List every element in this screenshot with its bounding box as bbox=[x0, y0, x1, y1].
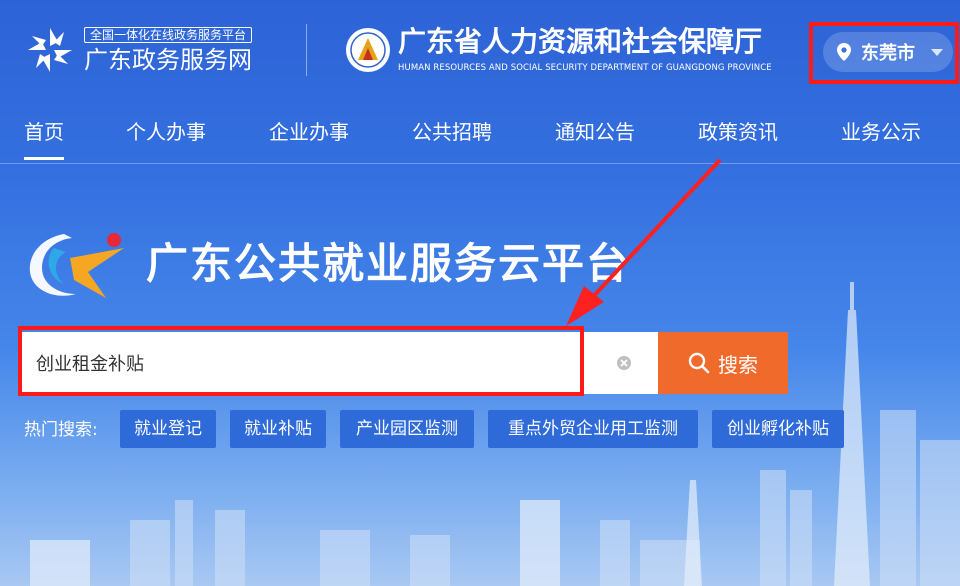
hot-tag[interactable]: 就业补贴 bbox=[230, 410, 326, 448]
nav-item-personal[interactable]: 个人办事 bbox=[126, 118, 206, 146]
city-highlight-box bbox=[809, 22, 959, 84]
gd-platform-tagline: 全国一体化在线政务服务平台 bbox=[84, 27, 253, 43]
nav-item-policy[interactable]: 政策资讯 bbox=[698, 118, 778, 146]
hr-department-english: HUMAN RESOURCES AND SOCIAL SECURITY DEPA… bbox=[398, 63, 772, 73]
hot-tag[interactable]: 创业孵化补贴 bbox=[712, 410, 844, 448]
hr-department-name[interactable]: 广东省人力资源和社会保障厅 bbox=[398, 24, 762, 60]
guangdong-gov-logo-icon[interactable] bbox=[24, 24, 76, 76]
nav-item-recruitment[interactable]: 公共招聘 bbox=[412, 118, 492, 146]
clear-icon[interactable] bbox=[616, 355, 632, 371]
search-button[interactable]: 搜索 bbox=[658, 332, 788, 394]
search-icon bbox=[688, 352, 710, 374]
search-highlight-box bbox=[18, 326, 584, 396]
gd-site-name[interactable]: 广东政务服务网 bbox=[84, 45, 252, 75]
hot-tag[interactable]: 就业登记 bbox=[120, 410, 216, 448]
nav-item-home[interactable]: 首页 bbox=[24, 118, 64, 160]
employment-platform-logo-icon bbox=[29, 233, 124, 298]
nav-item-publicity[interactable]: 业务公示 bbox=[841, 118, 921, 146]
nav-item-notices[interactable]: 通知公告 bbox=[555, 118, 635, 146]
hot-tag[interactable]: 产业园区监测 bbox=[340, 410, 474, 448]
hot-tag[interactable]: 重点外贸企业用工监测 bbox=[488, 410, 698, 448]
hot-search-label: 热门搜索: bbox=[24, 420, 98, 440]
hr-department-emblem-icon[interactable] bbox=[344, 26, 392, 74]
platform-title: 广东公共就业服务云平台 bbox=[146, 239, 631, 288]
main-nav: 首页 个人办事 企业办事 公共招聘 通知公告 政策资讯 业务公示 bbox=[0, 104, 960, 164]
nav-item-enterprise[interactable]: 企业办事 bbox=[269, 118, 349, 146]
site-header: 全国一体化在线政务服务平台 广东政务服务网 广东省人力资源和社会保障厅 HUMA… bbox=[0, 0, 960, 100]
header-divider bbox=[306, 24, 307, 76]
search-button-label: 搜索 bbox=[718, 352, 758, 377]
